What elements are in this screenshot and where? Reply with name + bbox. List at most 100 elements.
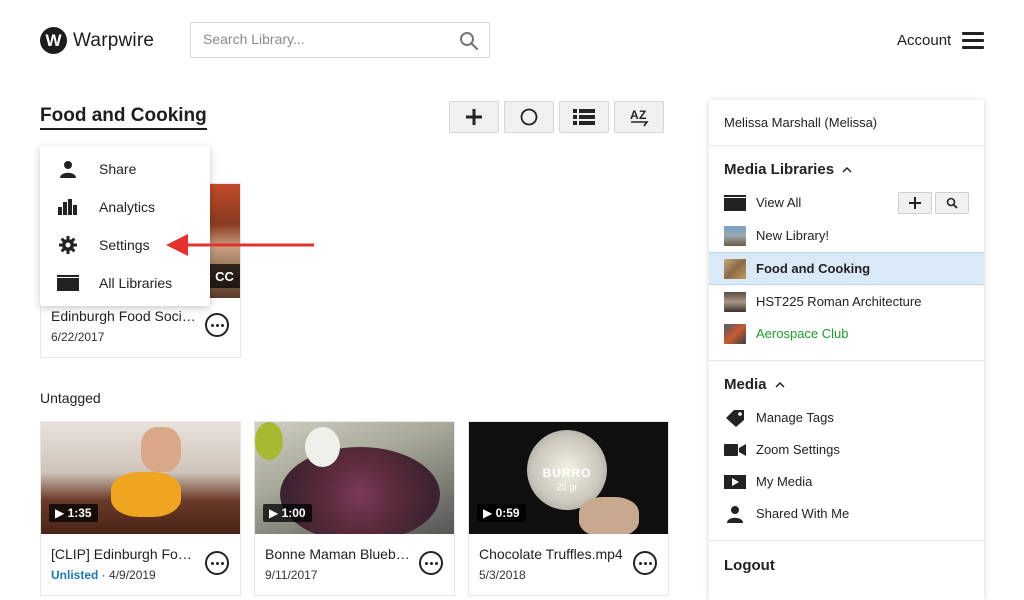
sort-az-icon: A Z	[630, 108, 649, 127]
warpwire-logo[interactable]: W Warpwire	[40, 27, 154, 54]
library-options-menu: Share Analytics Settings All Libraries	[40, 146, 210, 306]
menu-item-share[interactable]: Share	[40, 150, 210, 188]
media-title[interactable]: Bonne Maman Blueb…	[265, 546, 415, 562]
sidebar-item-aerospace-club[interactable]: Aerospace Club	[709, 317, 984, 350]
add-button[interactable]	[449, 101, 499, 133]
chevron-up-icon	[774, 381, 785, 388]
sidebar-item-label: New Library!	[756, 228, 829, 243]
sidebar-item-view-all[interactable]: View All	[709, 186, 984, 219]
more-options-button[interactable]	[419, 551, 443, 575]
logo-text: Warpwire	[73, 29, 155, 51]
right-sidebar: Melissa Marshall (Melissa) Media Librari…	[709, 100, 984, 600]
plus-icon	[466, 109, 482, 125]
add-library-button[interactable]	[898, 192, 932, 214]
sidebar-item-label: Zoom Settings	[756, 442, 840, 457]
play-icon	[724, 472, 746, 492]
search-input[interactable]	[203, 31, 453, 47]
search-icon[interactable]	[459, 31, 479, 51]
divider	[709, 360, 984, 361]
logo-mark: W	[40, 27, 67, 54]
sidebar-item-manage-tags[interactable]: Manage Tags	[709, 401, 984, 434]
library-thumbnail	[724, 323, 746, 344]
bar-chart-icon	[57, 197, 79, 217]
media-meta: Unlisted · 4/9/2019	[51, 568, 156, 582]
tag-icon	[724, 408, 746, 428]
sidebar-item-label: Food and Cooking	[756, 261, 871, 276]
svg-text:Z: Z	[639, 108, 646, 122]
hamburger-menu-icon[interactable]	[962, 32, 984, 49]
media-date: 9/11/2017	[265, 568, 318, 582]
media-card[interactable]: ▶ 1:35 [CLIP] Edinburgh Fo… Unlisted · 4…	[40, 421, 241, 596]
sidebar-item-label: HST225 Roman Architecture	[756, 294, 922, 309]
svg-text:A: A	[630, 108, 639, 122]
sort-az-button[interactable]: A Z	[614, 101, 664, 133]
sidebar-item-label: Aerospace Club	[756, 326, 849, 341]
sidebar-item-label: View All	[756, 195, 802, 210]
library-title[interactable]: Food and Cooking	[40, 105, 207, 130]
library-toolbar: A Z	[449, 101, 664, 133]
menu-item-label: Share	[99, 161, 137, 177]
thumbnail-overlay-text: BURRO	[542, 466, 592, 480]
sidebar-item-my-media[interactable]: My Media	[709, 465, 984, 498]
more-options-button[interactable]	[205, 313, 229, 337]
sidebar-item-label: Shared With Me	[756, 506, 850, 521]
media-thumbnail[interactable]: ▶ 1:35	[41, 422, 240, 534]
gear-icon	[57, 235, 79, 255]
account-link[interactable]: Account	[897, 32, 951, 49]
divider	[709, 540, 984, 541]
media-libraries-heading[interactable]: Media Libraries	[724, 161, 852, 178]
media-title[interactable]: [CLIP] Edinburgh Fo…	[51, 546, 201, 562]
select-button[interactable]	[504, 101, 554, 133]
media-card[interactable]: BURRO 25 gr ▶ 0:59 Chocolate Truffles.mp…	[468, 421, 669, 596]
library-thumbnail	[724, 225, 746, 246]
menu-item-analytics[interactable]: Analytics	[40, 188, 210, 226]
media-thumbnail[interactable]: BURRO 25 gr ▶ 0:59	[469, 422, 668, 534]
media-title[interactable]: Chocolate Truffles.mp4	[479, 546, 629, 562]
sidebar-item-new-library[interactable]: New Library!	[709, 219, 984, 252]
media-title[interactable]: Edinburgh Food Soci…	[51, 308, 201, 324]
folder-icon	[724, 193, 746, 213]
duration-badge: ▶ 1:00	[263, 504, 312, 522]
search-box	[190, 22, 490, 58]
more-options-button[interactable]	[633, 551, 657, 575]
menu-item-label: All Libraries	[99, 275, 173, 291]
sidebar-item-shared-with-me[interactable]: Shared With Me	[709, 497, 984, 530]
menu-item-label: Settings	[99, 237, 150, 253]
sidebar-item-hst225[interactable]: HST225 Roman Architecture	[709, 285, 984, 318]
sidebar-item-zoom-settings[interactable]: Zoom Settings	[709, 433, 984, 466]
media-heading[interactable]: Media	[724, 376, 785, 393]
sidebar-item-label: Manage Tags	[756, 410, 834, 425]
media-date: 6/22/2017	[51, 330, 105, 344]
person-icon	[57, 159, 79, 179]
duration-badge: ▶ 0:59	[477, 504, 526, 522]
search-libraries-button[interactable]	[935, 192, 969, 214]
sidebar-item-label: My Media	[756, 474, 813, 489]
library-thumbnail	[724, 291, 746, 312]
media-card[interactable]: ▶ 1:00 Bonne Maman Blueb… 9/11/2017	[254, 421, 455, 596]
red-arrow-annotation	[166, 234, 314, 256]
duration-badge: ▶ 1:35	[49, 504, 98, 522]
chevron-up-icon	[842, 166, 852, 173]
person-icon	[724, 504, 746, 524]
thumbnail-overlay-subtext: 25 gr	[556, 482, 578, 492]
media-thumbnail[interactable]: ▶ 1:00	[255, 422, 454, 534]
thumbnail-overlay-text: CC	[209, 264, 240, 288]
sidebar-item-food-and-cooking[interactable]: Food and Cooking	[709, 252, 984, 285]
menu-item-all-libraries[interactable]: All Libraries	[40, 264, 210, 302]
unlisted-badge: Unlisted	[51, 568, 99, 582]
untagged-section-label: Untagged	[40, 390, 101, 406]
logout-link[interactable]: Logout	[724, 557, 775, 574]
menu-item-label: Analytics	[99, 199, 156, 215]
top-header: W Warpwire Account	[0, 0, 1024, 80]
divider	[709, 145, 984, 146]
more-options-button[interactable]	[205, 551, 229, 575]
search-icon	[946, 197, 958, 209]
user-name: Melissa Marshall (Melissa)	[724, 115, 878, 130]
media-date: 5/3/2018	[479, 568, 526, 582]
plus-icon	[909, 197, 921, 209]
library-thumbnail	[724, 258, 746, 279]
list-view-button[interactable]	[559, 101, 609, 133]
video-camera-icon	[724, 440, 746, 460]
list-icon	[573, 109, 595, 125]
folder-icon	[57, 273, 79, 293]
